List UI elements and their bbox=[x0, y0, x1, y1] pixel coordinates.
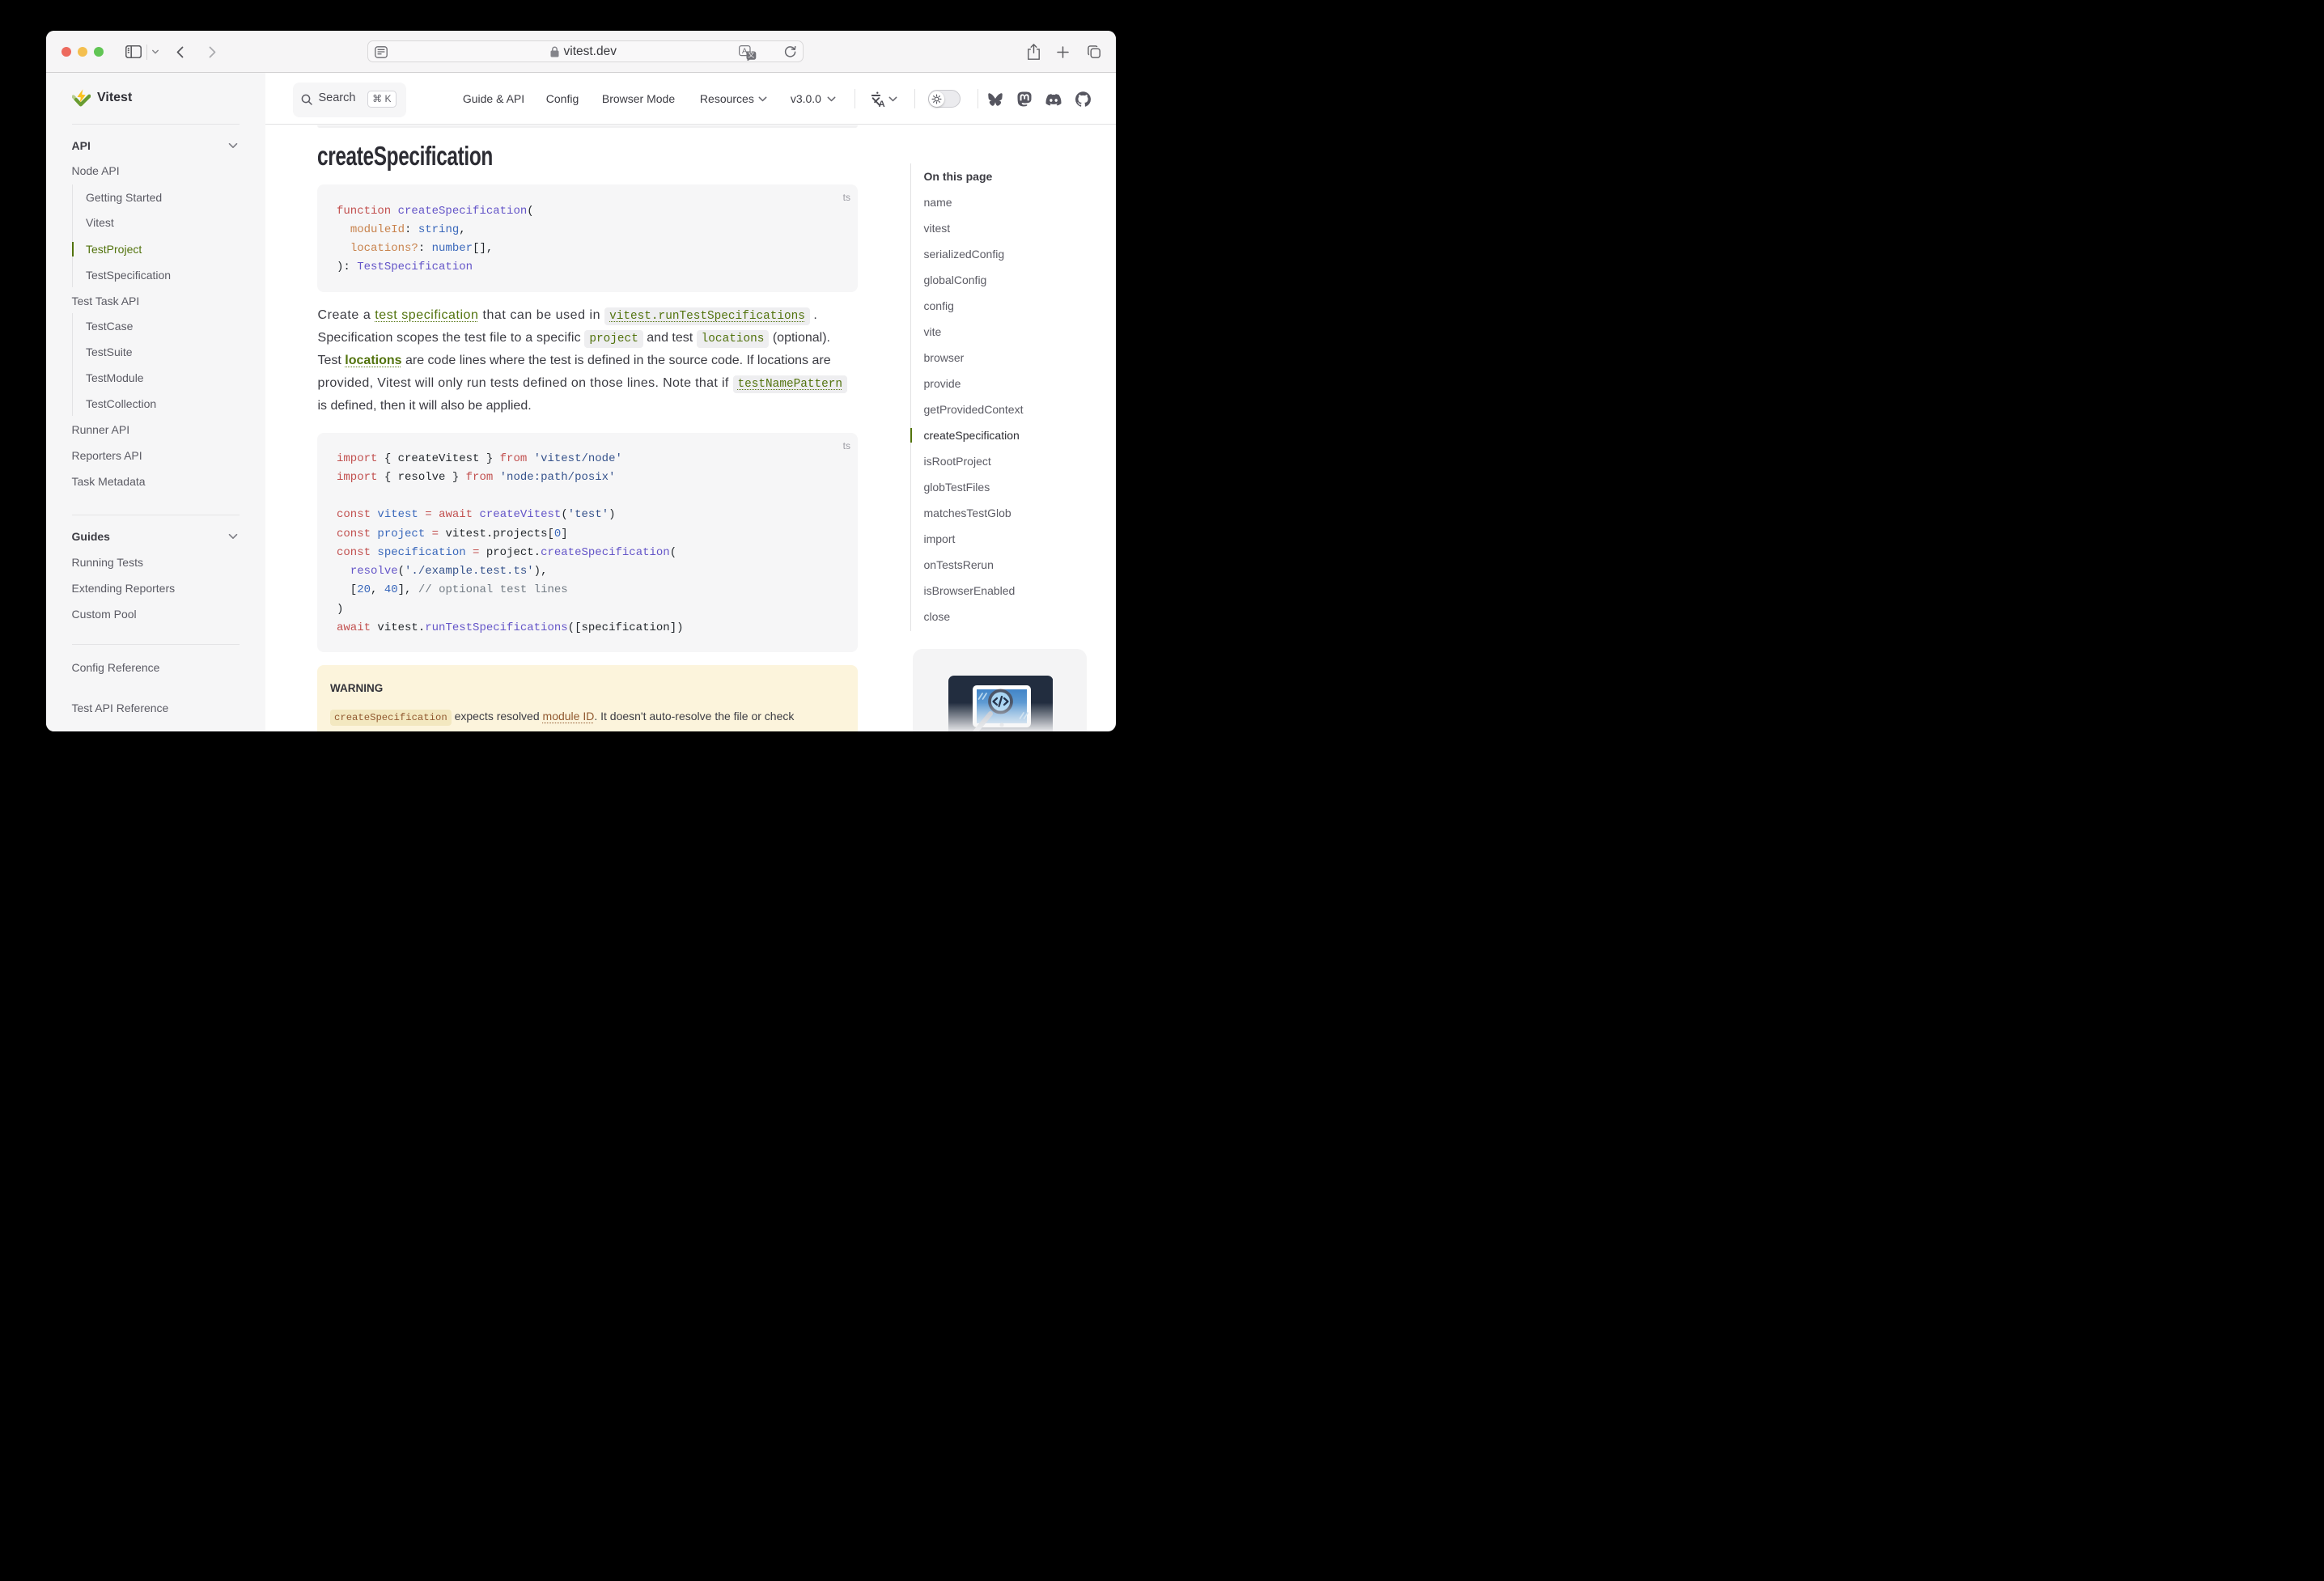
svg-text:A: A bbox=[878, 100, 884, 107]
svg-text:文: 文 bbox=[748, 50, 755, 58]
